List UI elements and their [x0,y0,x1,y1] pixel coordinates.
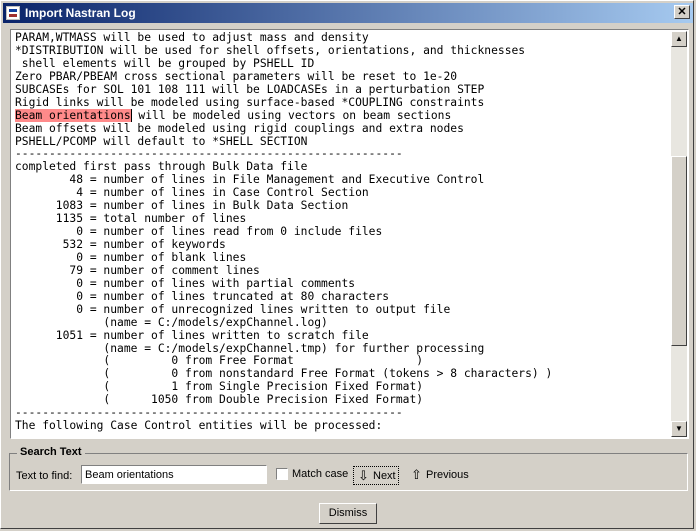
log-line: The following Case Control entities will… [15,419,383,433]
log-line: SUBCASEs for SOL 101 108 111 will be LOA… [15,82,485,96]
log-line: (name = C:/models/expChannel.log) [15,315,328,329]
search-group-title: Search Text [17,446,85,458]
title-bar[interactable]: Import Nastran Log ✕ [3,3,693,23]
log-line: 532 = number of keywords [15,238,226,251]
up-arrow-icon: ⇧ [411,467,422,482]
next-label: Next [373,470,396,482]
close-button[interactable]: ✕ [674,5,690,19]
log-line: 0 = number of lines with partial comment… [15,276,356,290]
vertical-scrollbar[interactable]: ▲ ▼ [671,31,687,437]
log-line: 0 = number of unrecognized lines written… [15,302,451,316]
import-nastran-log-dialog: Import Nastran Log ✕ PARAM,WTMASS will b… [0,0,694,529]
log-line: 1051 = number of lines written to scratc… [15,328,369,342]
previous-label: Previous [426,469,469,481]
next-button[interactable]: ⇩ Next [353,466,399,485]
log-line: *DISTRIBUTION will be used for shell off… [15,43,526,57]
window-title: Import Nastran Log [25,6,136,20]
log-line: 0 = number of blank lines [15,250,247,264]
match-case-label[interactable]: Match case [292,468,348,480]
search-match-highlight: Beam orientations [15,108,132,122]
log-line: Beam orientations will be modeled using … [15,108,452,122]
log-text-area[interactable]: PARAM,WTMASS will be used to adjust mass… [10,29,689,439]
log-line: 0 = number of lines truncated at 80 char… [15,289,390,303]
text-to-find-label: Text to find: [16,470,73,482]
scroll-up-button[interactable]: ▲ [671,31,687,47]
previous-button[interactable]: ⇧ Previous [407,466,471,485]
log-line: shell elements will be grouped by PSHELL… [15,56,315,70]
log-line: Rigid links will be modeled using surfac… [15,95,485,109]
app-icon [6,6,20,20]
log-line: PARAM,WTMASS will be used to adjust mass… [15,32,369,44]
down-arrow-icon: ⇩ [358,468,369,483]
log-line: 79 = number of comment lines [15,263,260,277]
search-input[interactable] [81,465,267,484]
log-line: Beam offsets will be modeled using rigid… [15,121,464,135]
dismiss-button[interactable]: Dismiss [319,503,377,524]
log-line: Zero PBAR/PBEAM cross sectional paramete… [15,69,458,83]
scroll-down-button[interactable]: ▼ [671,421,687,437]
log-text: PARAM,WTMASS will be used to adjust mass… [15,32,670,438]
match-case-checkbox[interactable] [276,468,288,480]
scroll-thumb[interactable] [671,156,687,346]
